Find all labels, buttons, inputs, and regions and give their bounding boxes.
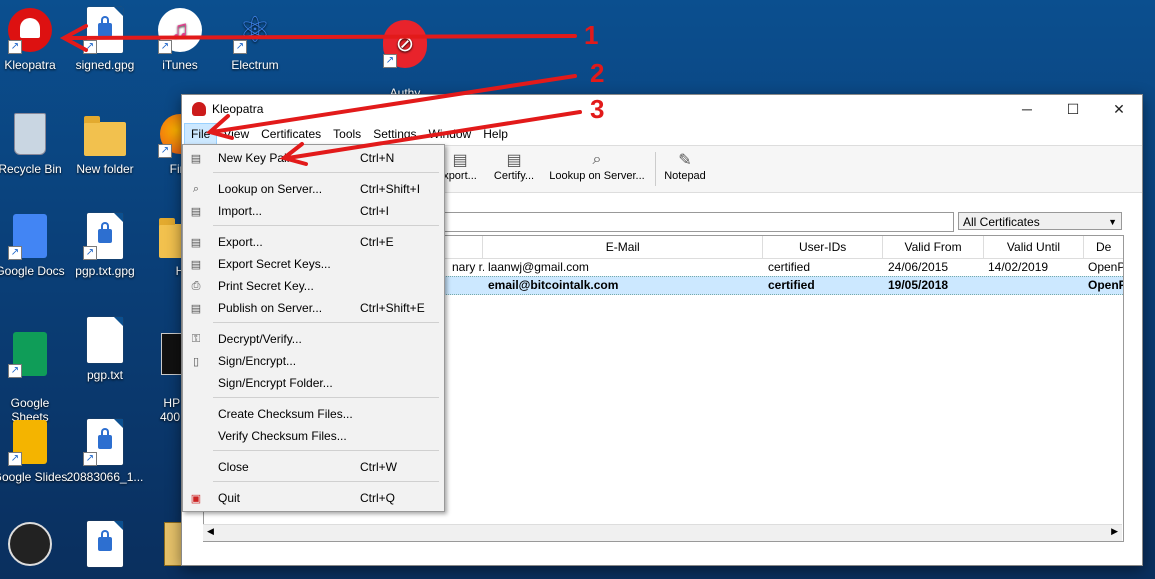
annotation-arrowhead-2 bbox=[205, 114, 234, 140]
annotation-arrows bbox=[59, 24, 582, 166]
annotation-arrow-2 bbox=[210, 74, 577, 134]
annotation-number-3: 3 bbox=[590, 94, 605, 124]
annotation-number-1: 1 bbox=[584, 20, 599, 50]
annotation-number-2: 2 bbox=[590, 58, 605, 88]
annotation-arrow-1 bbox=[68, 34, 577, 40]
annotation-arrow-3 bbox=[286, 110, 582, 160]
